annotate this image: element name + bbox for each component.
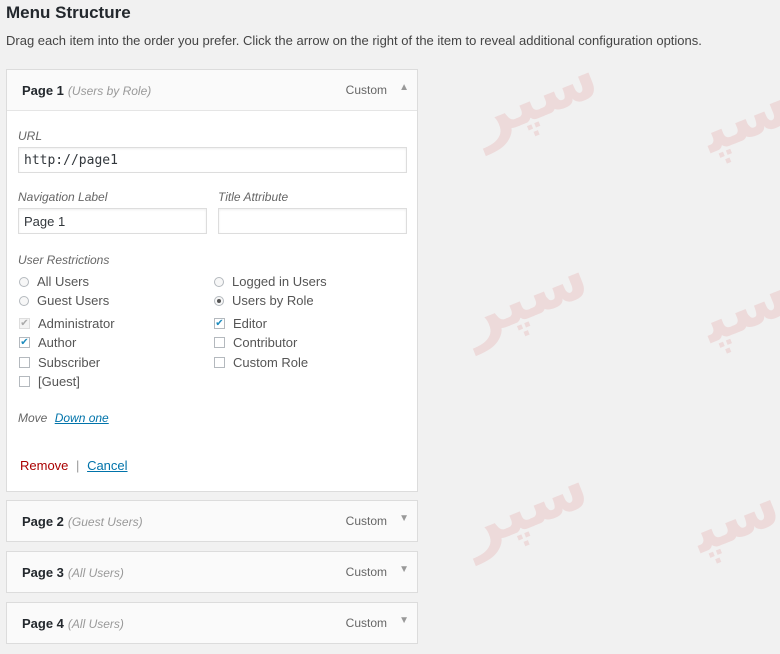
user-restrictions-label: User Restrictions — [18, 253, 110, 267]
expand-arrow-icon[interactable]: ▼ — [399, 564, 409, 575]
checkbox-subscriber[interactable]: Subscriber — [19, 355, 100, 370]
checkbox-author[interactable]: ✔ Author — [19, 335, 76, 350]
checkbox-icon — [19, 357, 30, 368]
menu-item-handle[interactable]: Page 3 (All Users) Custom ▼ — [7, 552, 417, 592]
checkbox-guest[interactable]: [Guest] — [19, 374, 80, 389]
move-label: Move — [18, 411, 48, 425]
watermark: ﺳﭙﺮ — [460, 38, 609, 156]
cancel-link[interactable]: Cancel — [87, 458, 127, 473]
watermark: ﺳﭙﺮ — [450, 448, 599, 566]
menu-item-subtitle: (Users by Role) — [67, 84, 152, 98]
menu-item-handle[interactable]: Page 2 (Guest Users) Custom ▼ — [7, 501, 417, 541]
checkbox-icon — [19, 376, 30, 387]
checkbox-checked-icon: ✔ — [19, 337, 30, 348]
menu-item-page-3: Page 3 (All Users) Custom ▼ — [6, 551, 418, 593]
radio-logged-in-users[interactable]: Logged in Users — [214, 274, 327, 289]
watermark: ﺳﭙ — [689, 66, 780, 168]
title-attribute-input[interactable] — [218, 208, 407, 234]
menu-item-type: Custom — [345, 616, 387, 630]
move-row: Move Down one — [18, 411, 109, 425]
radio-button-icon — [214, 276, 224, 287]
page-title: Menu Structure — [6, 3, 131, 22]
checkbox-icon — [214, 337, 225, 348]
url-label: URL — [18, 129, 43, 143]
item-actions: Remove | Cancel — [20, 458, 128, 473]
checkbox-administrator[interactable]: ✔ Administrator — [19, 316, 115, 331]
watermark: ﺳﭙ — [679, 466, 780, 568]
collapse-arrow-icon[interactable]: ▲ — [399, 82, 409, 93]
checkbox-checked-icon: ✔ — [214, 318, 225, 329]
radio-guest-users[interactable]: Guest Users — [19, 293, 109, 308]
menu-item-page-4: Page 4 (All Users) Custom ▼ — [6, 602, 418, 644]
radio-button-icon — [19, 295, 29, 306]
page-description: Drag each item into the order you prefer… — [6, 33, 702, 48]
radio-button-checked-icon — [214, 295, 224, 306]
navigation-label-input[interactable]: Page 1 — [18, 208, 207, 234]
menu-item-subtitle: (Guest Users) — [67, 515, 143, 529]
expand-arrow-icon[interactable]: ▼ — [399, 615, 409, 626]
actions-separator: | — [76, 458, 80, 473]
checkbox-checked-disabled-icon: ✔ — [19, 318, 30, 329]
watermark: ﺳﭙ — [689, 256, 780, 358]
checkbox-custom-role[interactable]: Custom Role — [214, 355, 308, 370]
checkbox-contributor[interactable]: Contributor — [214, 335, 297, 350]
menu-item-handle[interactable]: Page 1 (Users by Role) Custom ▲ — [7, 70, 417, 110]
expand-arrow-icon[interactable]: ▼ — [399, 513, 409, 524]
menu-item-subtitle: (All Users) — [67, 617, 124, 631]
checkbox-icon — [214, 357, 225, 368]
menu-item-title: Page 3 — [22, 565, 64, 580]
radio-users-by-role[interactable]: Users by Role — [214, 293, 314, 308]
radio-button-icon — [19, 276, 29, 287]
title-attribute-label: Title Attribute — [218, 190, 289, 204]
radio-all-users[interactable]: All Users — [19, 274, 89, 289]
url-input[interactable]: http://page1 — [18, 147, 407, 173]
menu-item-page-1: Page 1 (Users by Role) Custom ▲ URL http:… — [6, 69, 418, 492]
menu-item-type: Custom — [345, 83, 387, 97]
move-down-one-link[interactable]: Down one — [55, 411, 109, 425]
menu-item-title: Page 4 — [22, 616, 64, 631]
watermark: ﺳﭙﺮ — [450, 238, 599, 356]
menu-item-subtitle: (All Users) — [67, 566, 124, 580]
menu-item-page-2: Page 2 (Guest Users) Custom ▼ — [6, 500, 418, 542]
menu-item-settings: URL http://page1 Navigation Label Page 1… — [7, 110, 417, 491]
menu-item-type: Custom — [345, 565, 387, 579]
checkbox-editor[interactable]: ✔ Editor — [214, 316, 267, 331]
menu-item-title: Page 2 — [22, 514, 64, 529]
menu-item-title: Page 1 — [22, 83, 64, 98]
menu-item-type: Custom — [345, 514, 387, 528]
menu-item-handle[interactable]: Page 4 (All Users) Custom ▼ — [7, 603, 417, 643]
navigation-label-label: Navigation Label — [18, 190, 108, 204]
remove-link[interactable]: Remove — [20, 458, 68, 473]
